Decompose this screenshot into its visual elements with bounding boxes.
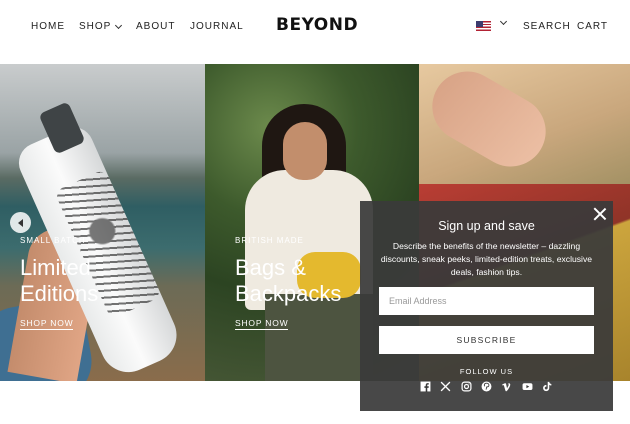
hand-image-shape [419,64,559,180]
shop-now-link[interactable]: SHOP NOW [20,318,74,330]
nav-shop-label: SHOP [79,21,112,32]
cart-link[interactable]: CART [577,21,608,32]
chevron-left-icon [17,218,23,227]
follow-us-label: FOLLOW US [459,367,514,376]
panel-title-line: Backpacks [235,281,342,306]
chevron-down-icon[interactable] [499,17,508,26]
us-flag-icon[interactable] [476,21,491,31]
panel-title-line: Bags & [235,255,306,280]
youtube-icon[interactable] [522,381,533,392]
instagram-icon[interactable] [461,380,472,392]
search-link[interactable]: SEARCH [523,21,571,32]
panel-title-line: Editions [20,281,99,306]
nav-shop[interactable]: SHOP [79,21,123,32]
nav-about[interactable]: ABOUT [136,21,175,32]
panel-title-line: Limited [20,255,91,280]
nav-home[interactable]: HOME [31,21,65,32]
panel-tag: BRITISH MADE [235,236,304,245]
email-field[interactable] [379,287,594,315]
popup-title: Sign up and save [438,219,535,233]
panel-caption-1: SMALL BATCH Limited Editions SHOP NOW [20,236,98,331]
panel-caption-2: BRITISH MADE Bags & Backpacks SHOP NOW [235,236,341,331]
vimeo-icon[interactable] [501,381,512,392]
chevron-down-icon [115,21,123,29]
panel-title: Bags & Backpacks [235,255,341,307]
site-logo[interactable]: BEYOND [276,15,358,35]
panel-title: Limited Editions [20,255,98,307]
person-face-shape [283,122,327,180]
carousel-prev-button[interactable] [10,212,31,233]
subscribe-button[interactable]: SUBSCRIBE [379,326,594,354]
facebook-icon[interactable] [420,381,431,392]
panel-tag: SMALL BATCH [20,236,86,245]
nav-journal[interactable]: JOURNAL [190,21,244,32]
social-links [420,379,553,393]
x-icon[interactable] [440,381,451,392]
shop-now-link[interactable]: SHOP NOW [235,318,289,330]
newsletter-popup: Sign up and save Describe the benefits o… [360,201,613,411]
popup-description: Describe the benefits of the newsletter … [380,241,593,277]
site-header: HOME SHOP ABOUT JOURNAL BEYOND SEARCH CA… [0,0,630,64]
tiktok-icon[interactable] [542,381,553,392]
pinterest-icon[interactable] [481,381,492,392]
